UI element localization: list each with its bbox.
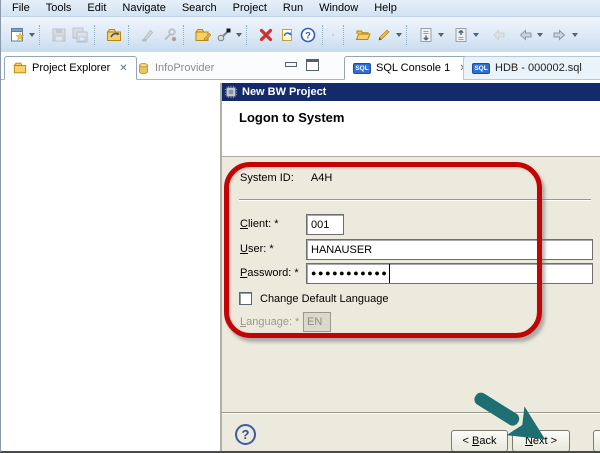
open-folder-icon[interactable] bbox=[352, 24, 373, 46]
highlighter-dropdown-icon[interactable] bbox=[396, 33, 402, 37]
tab-label: SQL Console 1 bbox=[376, 62, 450, 74]
main-toolbar: · bbox=[1, 17, 600, 53]
menu-navigate[interactable]: Navigate bbox=[114, 0, 173, 16]
back-history-icon[interactable] bbox=[514, 24, 535, 46]
tab-project-explorer[interactable]: Project Explorer ✕ bbox=[4, 56, 137, 80]
sql-icon: SQL bbox=[472, 63, 490, 74]
menu-tools[interactable]: Tools bbox=[38, 0, 80, 16]
system-id-row: System ID: A4H bbox=[240, 172, 332, 184]
next-annotation-dropdown-icon[interactable] bbox=[438, 33, 444, 37]
user-input[interactable] bbox=[306, 239, 593, 260]
wrench-tool-icon[interactable] bbox=[158, 24, 179, 46]
new-bw-project-dialog: New BW Project Logon to System System ID… bbox=[220, 83, 600, 453]
dialog-title: New BW Project bbox=[242, 86, 326, 98]
toolbar-separator bbox=[183, 25, 190, 45]
dialog-body: System ID: A4H Client: * User: * Passwor… bbox=[222, 157, 600, 453]
maximize-icon[interactable] bbox=[306, 59, 319, 71]
export-sync-icon[interactable] bbox=[103, 24, 124, 46]
tab-infoprovider[interactable]: InfoProvider bbox=[129, 56, 222, 80]
toolbar-separator bbox=[94, 25, 101, 45]
last-edit-location-icon[interactable] bbox=[487, 24, 508, 46]
new-wizard-dropdown-icon[interactable] bbox=[29, 33, 35, 37]
help-icon[interactable] bbox=[297, 24, 318, 46]
toolbar-separator bbox=[343, 25, 350, 45]
key-tool-icon[interactable] bbox=[213, 24, 234, 46]
refresh-script-icon[interactable] bbox=[276, 24, 297, 46]
close-icon[interactable]: ✕ bbox=[119, 63, 127, 74]
menu-edit[interactable]: Edit bbox=[79, 0, 114, 16]
save-icon[interactable] bbox=[48, 24, 69, 46]
next-button[interactable]: Next > bbox=[512, 430, 570, 452]
cutoff-button[interactable] bbox=[593, 430, 600, 452]
password-masked-value: ●●●●●●●●●●● bbox=[311, 264, 390, 283]
chip-icon bbox=[224, 85, 238, 99]
user-label: User: * bbox=[240, 243, 274, 255]
client-label: Client: * bbox=[240, 218, 279, 230]
back-history-dropdown-icon[interactable] bbox=[537, 33, 543, 37]
menu-help[interactable]: Help bbox=[366, 0, 405, 16]
checkbox-label: Change Default Language bbox=[260, 293, 388, 305]
cylinder-icon bbox=[137, 62, 150, 75]
toolbar-separator bbox=[39, 25, 46, 45]
sql-icon: SQL bbox=[353, 63, 371, 74]
page-title: Logon to System bbox=[222, 101, 600, 125]
menu-search[interactable]: Search bbox=[174, 0, 225, 16]
toolbar-separator bbox=[406, 25, 413, 45]
change-default-language-checkbox[interactable] bbox=[239, 292, 252, 305]
tab-strip: Project Explorer ✕ InfoProvider SQL SQL … bbox=[1, 53, 600, 80]
spacer-dot-icon: · bbox=[331, 29, 339, 41]
next-annotation-icon[interactable] bbox=[415, 24, 436, 46]
separator bbox=[222, 412, 600, 414]
new-wizard-icon[interactable] bbox=[6, 24, 27, 46]
view-controls bbox=[285, 59, 319, 71]
knife-tool-icon[interactable] bbox=[137, 24, 158, 46]
menu-file[interactable]: File bbox=[4, 0, 38, 16]
password-label: Password: * bbox=[240, 267, 299, 279]
system-id-label: System ID: bbox=[240, 172, 294, 184]
tab-label: HDB - 000002.sql bbox=[495, 62, 582, 74]
tab-label: Project Explorer bbox=[32, 62, 110, 74]
save-all-icon[interactable] bbox=[69, 24, 90, 46]
toolbar-separator bbox=[246, 25, 253, 45]
language-input: EN bbox=[303, 312, 331, 332]
back-button[interactable]: < Back bbox=[451, 430, 508, 452]
folder-edit-icon[interactable] bbox=[192, 24, 213, 46]
tab-sql-console[interactable]: SQL SQL Console 1 ✕ bbox=[344, 56, 477, 80]
separator bbox=[239, 199, 591, 201]
project-explorer-panel bbox=[1, 80, 220, 451]
system-id-value: A4H bbox=[311, 172, 332, 184]
forward-history-dropdown-icon[interactable] bbox=[572, 33, 578, 37]
help-button[interactable]: ? bbox=[235, 424, 256, 445]
password-input[interactable]: ●●●●●●●●●●● bbox=[306, 263, 593, 284]
eclipse-window: File Tools Edit Navigate Search Project … bbox=[0, 0, 600, 453]
menu-bar: File Tools Edit Navigate Search Project … bbox=[1, 0, 600, 17]
language-label: Language: * bbox=[240, 316, 299, 328]
menu-window[interactable]: Window bbox=[311, 0, 366, 16]
previous-annotation-icon[interactable] bbox=[450, 24, 471, 46]
menu-project[interactable]: Project bbox=[225, 0, 275, 16]
minimize-icon[interactable] bbox=[285, 62, 297, 67]
dialog-title-bar[interactable]: New BW Project bbox=[222, 83, 600, 101]
tab-label: InfoProvider bbox=[155, 62, 214, 74]
forward-history-icon[interactable] bbox=[549, 24, 570, 46]
toolbar-separator bbox=[322, 25, 329, 45]
tab-hdb-sql[interactable]: SQL HDB - 000002.sql bbox=[463, 56, 600, 80]
menu-run[interactable]: Run bbox=[275, 0, 311, 16]
previous-annotation-dropdown-icon[interactable] bbox=[473, 33, 479, 37]
highlighter-pen-icon[interactable] bbox=[373, 24, 394, 46]
folder-icon bbox=[13, 61, 27, 75]
toolbar-separator bbox=[128, 25, 135, 45]
client-input[interactable] bbox=[306, 214, 344, 235]
dialog-header: Logon to System bbox=[222, 101, 600, 157]
key-tool-dropdown-icon[interactable] bbox=[236, 33, 242, 37]
delete-icon[interactable] bbox=[255, 24, 276, 46]
